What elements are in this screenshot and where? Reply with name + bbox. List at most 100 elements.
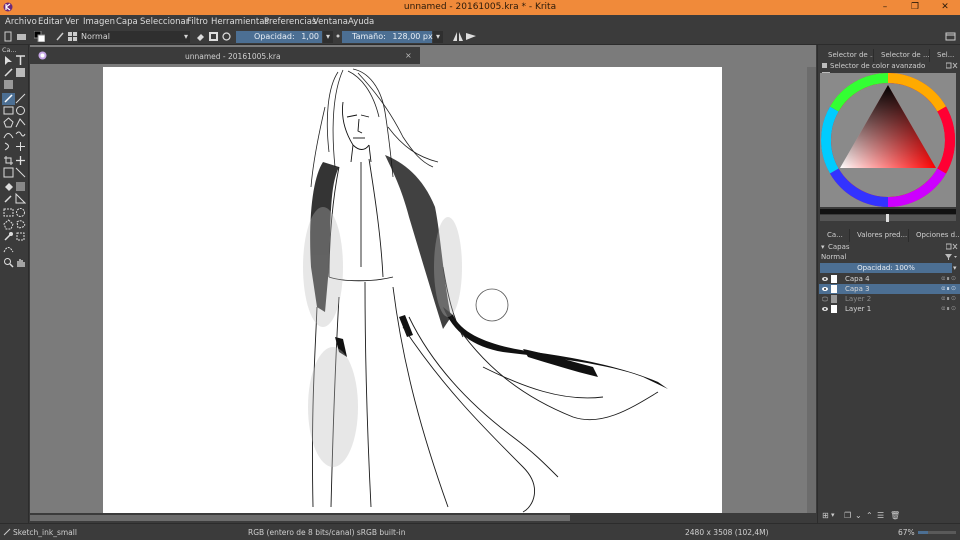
menu-preferencias[interactable]: Preferencias xyxy=(264,17,316,27)
dynamic-brush-icon[interactable] xyxy=(3,141,14,152)
move-tool-icon[interactable] xyxy=(15,155,26,166)
menu-filtro[interactable]: Filtro xyxy=(187,17,208,27)
size-slider[interactable]: Tamaño: 128,00 px xyxy=(342,31,433,43)
zoom-tool-icon[interactable] xyxy=(3,257,14,268)
polygon-tool-icon[interactable] xyxy=(3,117,14,128)
ellipse-select-icon[interactable] xyxy=(15,207,26,218)
pattern-edit-icon[interactable] xyxy=(3,79,14,90)
eraser-icon[interactable] xyxy=(195,31,206,42)
new-document-icon[interactable] xyxy=(3,31,14,42)
duplicate-layer-icon[interactable]: ❐ xyxy=(844,511,851,520)
layers-opacity-slider[interactable]: Opacidad: 100% xyxy=(820,263,952,273)
menu-ventana[interactable]: Ventana xyxy=(313,17,348,27)
gray-slider[interactable] xyxy=(820,214,956,222)
color-wheel[interactable] xyxy=(820,73,956,207)
layer-flags-icon[interactable]: α∎⊙ xyxy=(941,304,957,314)
transform-tool-icon[interactable] xyxy=(3,167,14,178)
close-window-button[interactable]: ✕ xyxy=(930,0,960,15)
layer-row-selected[interactable]: Capa 3 α∎⊙ xyxy=(819,284,960,294)
ellipse-tool-icon[interactable] xyxy=(15,105,26,116)
dock-tab-layers-short[interactable]: Ca... xyxy=(822,229,850,242)
polyline-tool-icon[interactable] xyxy=(15,117,26,128)
layer-flags-icon[interactable]: α∎⊙ xyxy=(941,294,957,304)
dock-tab-color-selector-2[interactable]: Selector de ... xyxy=(875,49,930,62)
layers-float-close-icon[interactable] xyxy=(946,243,958,250)
brush-preset-grid-icon[interactable] xyxy=(67,31,78,42)
freehand-path-icon[interactable] xyxy=(15,129,26,140)
layer-row[interactable]: Layer 2 α∎⊙ xyxy=(819,294,960,304)
dock-tab-selector-3[interactable]: Sel... xyxy=(931,49,959,62)
menu-ayuda[interactable]: Ayuda xyxy=(348,17,374,27)
select-shapes-icon[interactable] xyxy=(3,55,14,66)
move-layer-down-icon[interactable]: ⌄ xyxy=(855,511,862,520)
horizontal-scrollbar[interactable] xyxy=(30,513,816,523)
eye-hidden-icon[interactable] xyxy=(822,296,828,302)
line-tool-icon[interactable] xyxy=(15,93,26,104)
brush-icon[interactable] xyxy=(55,31,66,42)
gradient-tool-icon[interactable] xyxy=(15,181,26,192)
fill-tool-icon[interactable] xyxy=(3,181,14,192)
brush-preset-name[interactable]: Sketch_ink_small xyxy=(13,528,77,537)
text-tool-icon[interactable] xyxy=(15,55,26,66)
menu-ver[interactable]: Ver xyxy=(65,17,79,27)
layers-opacity-reset[interactable]: ▾ xyxy=(953,264,957,272)
color-swatch-icon[interactable] xyxy=(34,31,45,42)
blend-mode-select[interactable]: Normal ▾ xyxy=(78,31,190,43)
layer-row[interactable]: Layer 1 α∎⊙ xyxy=(819,304,960,314)
open-document-icon[interactable] xyxy=(16,31,27,42)
assistant-tool-icon[interactable] xyxy=(15,193,26,204)
add-layer-icon[interactable]: ⊞ xyxy=(822,511,829,520)
reload-icon[interactable] xyxy=(221,31,232,42)
freehand-brush-tool[interactable] xyxy=(2,93,15,105)
multibrush-icon[interactable] xyxy=(15,141,26,152)
menu-capa[interactable]: Capa xyxy=(116,17,138,27)
layers-blend-mode[interactable]: Normal xyxy=(821,253,846,261)
panel-float-close-icon[interactable] xyxy=(946,62,958,69)
gray-slider-handle[interactable] xyxy=(886,214,889,222)
menu-herramientas[interactable]: Herramientas xyxy=(211,17,269,27)
eye-icon[interactable] xyxy=(822,306,828,312)
dock-tab-tool-options[interactable]: Opciones d... xyxy=(910,229,960,242)
move-layer-up-icon[interactable]: ⌃ xyxy=(866,511,873,520)
maximize-button[interactable]: ❐ xyxy=(900,0,930,15)
horizontal-scroll-thumb[interactable] xyxy=(30,515,570,521)
color-picker-icon[interactable] xyxy=(3,193,14,204)
zoom-slider[interactable] xyxy=(918,531,956,534)
menu-editar[interactable]: Editar xyxy=(38,17,63,27)
layer-flags-icon[interactable]: α∎⊙ xyxy=(941,284,957,294)
add-layer-menu-icon[interactable]: ▾ xyxy=(831,511,835,519)
preserve-alpha-icon[interactable] xyxy=(208,31,219,42)
layer-row[interactable]: Capa 4 α∎⊙ xyxy=(819,274,960,284)
rectangle-tool-icon[interactable] xyxy=(3,105,14,116)
menu-seleccionar[interactable]: Seleccionar xyxy=(140,17,189,27)
rect-select-icon[interactable] xyxy=(3,207,14,218)
contiguous-select-icon[interactable] xyxy=(3,231,14,242)
close-tab-button[interactable]: × xyxy=(405,51,412,60)
size-reset[interactable]: ▾ xyxy=(433,31,443,43)
layer-flags-icon[interactable]: α∎⊙ xyxy=(941,274,957,284)
crop-tool-icon[interactable] xyxy=(3,155,14,166)
gradient-edit-icon[interactable] xyxy=(15,67,26,78)
bezier-tool-icon[interactable] xyxy=(3,129,14,140)
workspace-icon[interactable] xyxy=(945,31,956,42)
freehand-select-icon[interactable] xyxy=(15,219,26,230)
dock-tab-color-selector-1[interactable]: Selector de ... xyxy=(822,49,874,62)
layers-collapse-icon[interactable]: ▾ xyxy=(821,243,825,251)
measure-tool-icon[interactable] xyxy=(15,167,26,178)
document-tab[interactable]: unnamed - 20161005.kra × xyxy=(30,47,420,64)
mirror-horizontal-icon[interactable] xyxy=(452,31,464,42)
layer-properties-icon[interactable]: ☰ xyxy=(877,511,884,520)
calligraphy-icon[interactable] xyxy=(3,67,14,78)
eye-icon[interactable] xyxy=(822,286,828,292)
panel-lock-icon[interactable] xyxy=(821,62,828,69)
opacity-slider[interactable]: Opacidad: 1,00 xyxy=(236,31,322,43)
vertical-scrollbar[interactable] xyxy=(807,67,816,513)
mirror-vertical-icon[interactable] xyxy=(465,31,477,42)
eye-icon[interactable] xyxy=(822,276,828,282)
menu-imagen[interactable]: Imagen xyxy=(83,17,115,27)
delete-layer-icon[interactable]: 🗑 xyxy=(890,511,900,520)
minimize-button[interactable]: – xyxy=(870,0,900,15)
opacity-reset[interactable]: ▾ xyxy=(323,31,333,43)
canvas-document[interactable] xyxy=(103,67,722,513)
dock-tab-presets[interactable]: Valores pred... xyxy=(851,229,909,242)
